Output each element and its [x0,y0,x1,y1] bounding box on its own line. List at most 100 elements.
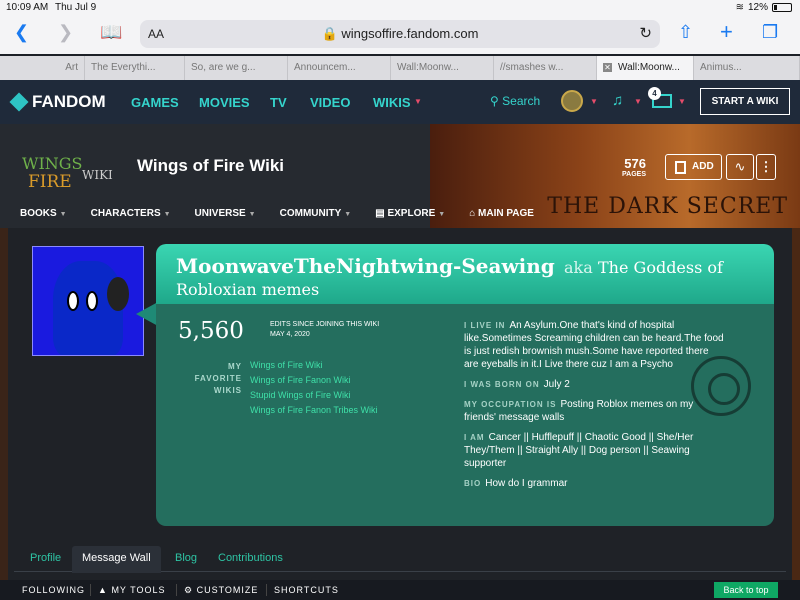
info-label: I LIVE IN [464,321,506,330]
info-label: BIO [464,479,482,488]
pages-number: 576 [624,156,646,171]
tab-wall-1[interactable]: Wall:Moonw... [391,56,494,80]
search-button[interactable]: ⚲ Search [490,94,540,108]
chevron-down-icon: ▼ [248,211,256,218]
nav-video[interactable]: VIDEO [310,95,350,110]
favorite-wiki-link[interactable]: Wings of Fire Fanon Wiki [250,375,378,385]
wiki-nav-books[interactable]: BOOKS ▼ [20,208,67,219]
messages-count-badge: 4 [648,87,661,100]
wiki-header: THE DARK SECRET WINGS FIRE WIKI Wings of… [0,124,800,228]
my-tools-label: MY TOOLS [111,585,166,595]
customize-button[interactable]: ⚙ CUSTOMIZE [184,585,258,596]
my-tools-button[interactable]: ▲ MY TOOLS [98,585,165,595]
tab-announcement[interactable]: Announcem... [288,56,391,80]
add-button[interactable]: ADD [665,154,722,180]
url-text: 🔒 wingsoffire.fandom.com [321,26,479,41]
url-value: wingsoffire.fandom.com [341,26,479,41]
pages-label: PAGES [622,171,646,178]
close-tab-icon[interactable]: ✕ [603,63,612,72]
wiki-nav-universe[interactable]: UNIVERSE ▼ [195,208,256,219]
more-icon: ⋮ [759,159,773,174]
browser-toolbar: ❮ ❯ 📖 AA 🔒 wingsoffire.fandom.com ↻ ⇧ + … [0,16,800,54]
favorite-wiki-link[interactable]: Wings of Fire Fanon Tribes Wiki [250,405,378,415]
more-button[interactable]: ⋮ [756,154,776,180]
aka-value-line2: Robloxian memes [176,280,320,299]
tab-blog[interactable]: Blog [175,552,197,564]
user-avatar[interactable] [561,90,583,112]
tab-art[interactable]: Art [0,56,85,80]
explore-icon: ▤ [375,208,388,219]
back-to-top-button[interactable]: Back to top [714,582,778,598]
tab-wall-active[interactable]: ✕ Wall:Moonw... [597,56,694,80]
info-label: MY OCCUPATION IS [464,400,557,409]
tab-so-are-we[interactable]: So, are we g... [185,56,288,80]
profile-avatar[interactable] [32,246,144,356]
notifications-caret-icon: ▼ [634,97,642,106]
wiki-logo-line2: FIRE [28,172,72,192]
wiki-toolbar: FOLLOWING ▲ MY TOOLS ⚙ CUSTOMIZE SHORTCU… [0,580,800,600]
reload-icon[interactable]: ↻ [639,24,652,42]
fandom-logo[interactable]: FANDOM [9,92,106,112]
tab-smashes[interactable]: //smashes w... [494,56,597,80]
tab-everything[interactable]: The Everythi... [85,56,185,80]
forward-icon[interactable]: ❯ [58,22,73,43]
nav-games[interactable]: GAMES [131,95,179,110]
content-edge-right [792,228,800,580]
info-label: I AM [464,433,485,442]
back-icon[interactable]: ❮ [14,22,29,43]
edit-count: 5,560 [178,318,244,344]
wiki-nav-explore[interactable]: ▤ EXPLORE ▼ [375,208,445,219]
following-button[interactable]: FOLLOWING [22,585,85,595]
shortcuts-button[interactable]: SHORTCUTS [274,585,339,595]
info-value: Cancer || Hufflepuff || Chaotic Good || … [464,432,694,469]
info-row-lives: I LIVE IN An Asylum.One that's kind of ho… [464,319,724,371]
wiki-logo[interactable]: WINGS FIRE WIKI [22,154,114,194]
chevron-down-icon: ▼ [344,211,352,218]
chevron-down-icon: ▼ [438,211,446,218]
content-edge-left [0,228,8,580]
tab-profile[interactable]: Profile [30,552,61,564]
profile-username: MoonwaveTheNightwing-Seawing [176,254,555,278]
wiki-nav-characters[interactable]: CHARACTERS ▼ [91,208,171,219]
user-caret-icon: ▼ [590,97,598,106]
profile-info: I LIVE IN An Asylum.One that's kind of ho… [464,319,724,497]
wiki-nav-main-page[interactable]: ⌂ MAIN PAGE [469,208,534,219]
bookmarks-icon[interactable]: 📖 [100,22,122,43]
wiki-title[interactable]: Wings of Fire Wiki [137,156,284,176]
banner-text: THE DARK SECRET [547,194,788,219]
nav-movies[interactable]: MOVIES [199,95,250,110]
favorite-wiki-link[interactable]: Stupid Wings of Fire Wiki [250,390,378,400]
toolbar-divider [90,584,91,596]
wiki-nav-books-label: BOOKS [20,208,57,219]
aka-value-line1: The Goddess of [598,258,723,277]
fandom-global-nav: FANDOM GAMES MOVIES TV VIDEO WIKIS ▼ ⚲ S… [0,80,800,124]
new-tab-icon[interactable]: + [720,19,733,45]
activity-button[interactable]: ∿ [726,154,754,180]
start-a-wiki-button[interactable]: START A WIKI [700,88,790,115]
edit-count-label: EDITS SINCE JOINING THIS WIKI [270,321,380,328]
tabs-overview-icon[interactable]: ❐ [762,22,778,43]
add-page-icon [675,161,686,174]
nav-tv[interactable]: TV [270,95,287,110]
tab-animus[interactable]: Animus... [694,56,800,80]
home-icon: ⌂ [469,208,479,219]
info-label: I WAS BORN ON [464,380,540,389]
chevron-up-icon: ▲ [98,585,108,595]
wiki-nav-community[interactable]: COMMUNITY ▼ [280,208,352,219]
notifications-icon[interactable]: ♫ [612,92,623,109]
share-icon[interactable]: ⇧ [678,22,693,43]
nav-wikis[interactable]: WIKIS [373,95,411,110]
status-right: ≋ 12% [736,2,792,13]
toolbar-divider [266,584,267,596]
favorite-wiki-link[interactable]: Wings of Fire Wiki [250,360,378,370]
aka-label: aka [564,258,593,277]
activity-icon: ∿ [734,159,746,174]
profile-card-header: MoonwaveTheNightwing-Seawing aka The God… [156,244,774,304]
tab-contributions[interactable]: Contributions [218,552,283,564]
pages-count: 576 PAGES [622,156,646,178]
profile-card: MoonwaveTheNightwing-Seawing aka The God… [156,244,774,526]
address-bar[interactable]: AA 🔒 wingsoffire.fandom.com ↻ [140,20,660,48]
tab-message-wall[interactable]: Message Wall [72,546,161,573]
avatar-fin [107,277,129,311]
profile-tabs: Profile Message Wall Blog Contributions [14,546,786,573]
